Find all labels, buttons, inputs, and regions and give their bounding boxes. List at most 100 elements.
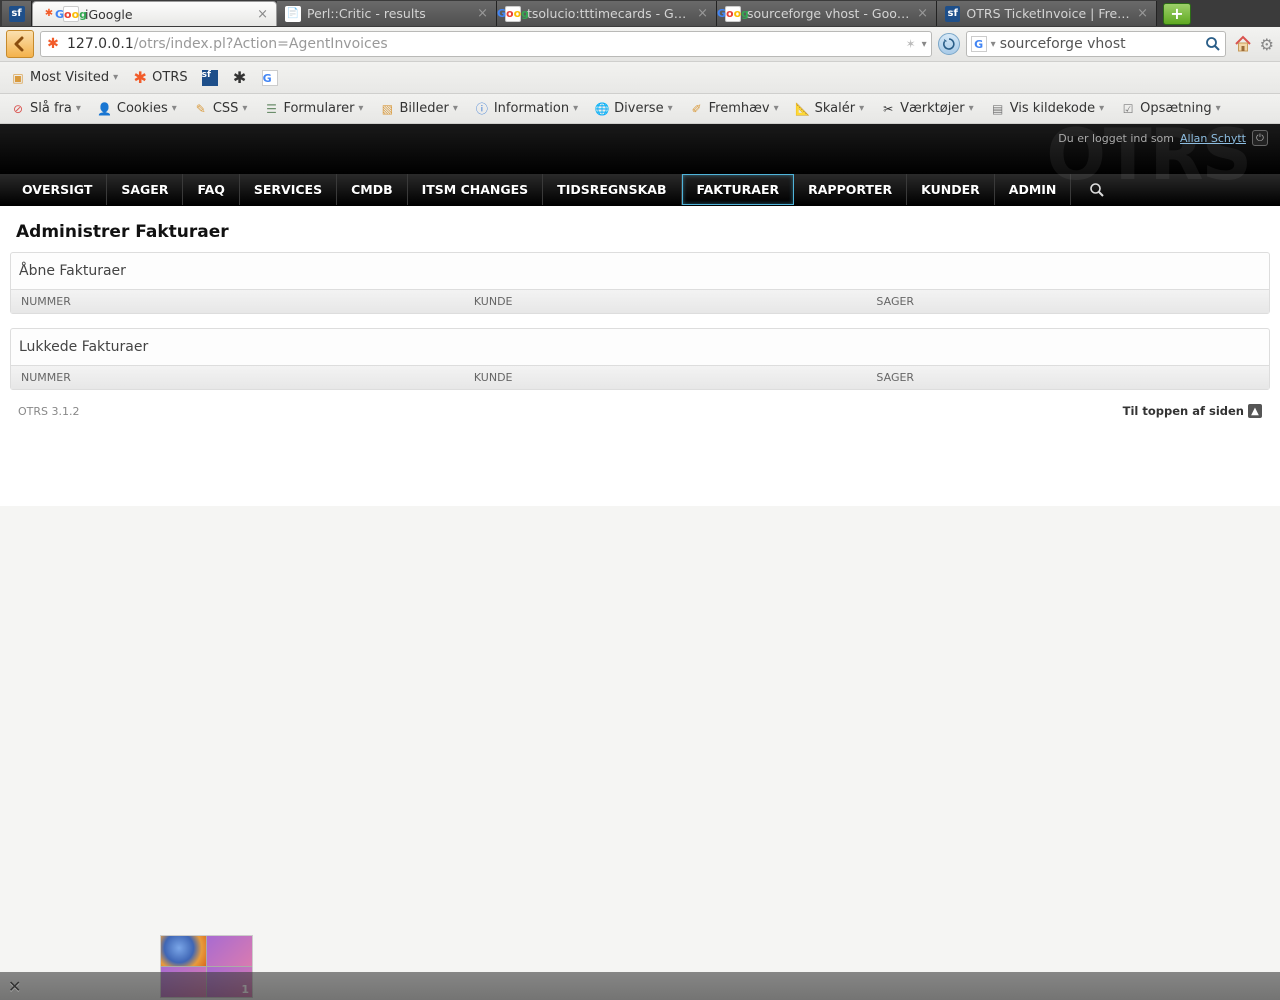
table-header: NUMMER KUNDE SAGER bbox=[11, 289, 1269, 313]
taskbar-close[interactable]: ✕ bbox=[8, 977, 21, 996]
tab-label: Perl::Critic - results bbox=[307, 6, 426, 21]
dev-forms[interactable]: ☰Formularer▾ bbox=[263, 101, 363, 117]
bookmark-google[interactable]: G bbox=[262, 70, 278, 86]
dev-label: CSS bbox=[213, 101, 239, 116]
dev-source[interactable]: ▤Vis kildekode▾ bbox=[990, 101, 1104, 117]
google-icon: G bbox=[262, 70, 278, 86]
nav-search[interactable] bbox=[1071, 174, 1123, 205]
tab-igoogle[interactable]: ✱ Goog iGoogle × bbox=[32, 1, 277, 26]
chevron-down-icon: ▾ bbox=[113, 72, 118, 83]
thumb-2[interactable] bbox=[207, 936, 252, 966]
google-icon: Goog bbox=[505, 6, 521, 22]
dev-highlight[interactable]: ✐ Fremhæv ▾ bbox=[689, 101, 779, 117]
close-icon[interactable]: × bbox=[697, 6, 708, 21]
close-icon[interactable]: × bbox=[1137, 6, 1148, 21]
bookmark-sf[interactable]: sf bbox=[202, 70, 218, 86]
col-cases[interactable]: SAGER bbox=[866, 366, 1269, 389]
logged-in-label: Du er logget ind som bbox=[1058, 132, 1174, 145]
tab-otrs-ticketinvoice[interactable]: sf OTRS TicketInvoice | Free… × bbox=[937, 1, 1157, 26]
chevron-down-icon: ▾ bbox=[172, 103, 177, 114]
back-button[interactable] bbox=[6, 30, 34, 58]
feed-icon[interactable]: ✶ bbox=[906, 37, 916, 51]
reload-button[interactable] bbox=[938, 33, 960, 55]
dev-cookies[interactable]: 👤 Cookies ▾ bbox=[97, 101, 177, 117]
bookmark-most-visited[interactable]: ▣ Most Visited ▾ bbox=[10, 70, 118, 86]
tab-label: OTRS TicketInvoice | Free… bbox=[966, 6, 1131, 21]
dev-label: Billeder bbox=[399, 101, 448, 116]
panel-closed-invoices: Lukkede Fakturaer NUMMER KUNDE SAGER bbox=[10, 328, 1270, 390]
star-icon: ✱ bbox=[232, 70, 248, 86]
tab-label: sourceforge vhost - Goo… bbox=[747, 6, 909, 21]
logout-button[interactable]: ⏻ bbox=[1252, 130, 1268, 146]
page-footer: OTRS 3.1.2 Til toppen af siden ▲ bbox=[10, 404, 1270, 422]
col-customer[interactable]: KUNDE bbox=[464, 290, 867, 313]
nav-item-tidsregnskab[interactable]: TIDSREGNSKAB bbox=[543, 174, 681, 205]
nav-item-admin[interactable]: ADMIN bbox=[995, 174, 1072, 205]
nav-item-sager[interactable]: SAGER bbox=[107, 174, 183, 205]
arrow-left-icon bbox=[12, 36, 28, 52]
dev-css[interactable]: ✎CSS▾ bbox=[193, 101, 248, 117]
close-icon[interactable]: × bbox=[917, 6, 928, 21]
chevron-down-icon: ▾ bbox=[242, 103, 247, 114]
tab-tsolucio[interactable]: Goog tsolucio:tttimecards - Go… × bbox=[497, 1, 717, 26]
tab-sourceforge-vhost[interactable]: Goog sourceforge vhost - Goo… × bbox=[717, 1, 937, 26]
panel-title: Åbne Fakturaer bbox=[11, 253, 1269, 289]
dev-images[interactable]: ▧Billeder▾ bbox=[379, 101, 457, 117]
close-icon[interactable]: × bbox=[257, 7, 268, 22]
search-input[interactable] bbox=[1000, 36, 1201, 52]
dev-misc[interactable]: 🌐Diverse▾ bbox=[594, 101, 672, 117]
close-icon[interactable]: × bbox=[477, 6, 488, 21]
nav-item-services[interactable]: SERVICES bbox=[240, 174, 337, 205]
chevron-down-icon: ▾ bbox=[774, 103, 779, 114]
person-icon: 👤 bbox=[97, 101, 113, 117]
chevron-down-icon[interactable]: ▾ bbox=[922, 39, 927, 50]
nav-item-itsm-changes[interactable]: ITSM CHANGES bbox=[408, 174, 544, 205]
tab-sf-mini[interactable]: sf bbox=[2, 1, 32, 26]
chevron-down-icon: ▾ bbox=[1216, 103, 1221, 114]
col-cases[interactable]: SAGER bbox=[866, 290, 1269, 313]
dev-scale[interactable]: 📐Skalér▾ bbox=[795, 101, 865, 117]
url-host: 127.0.0.1 bbox=[67, 36, 134, 52]
dev-label: Cookies bbox=[117, 101, 168, 116]
dev-tools[interactable]: ✂Værktøjer▾ bbox=[880, 101, 974, 117]
dev-disable[interactable]: ⊘Slå fra▾ bbox=[10, 101, 81, 117]
col-number[interactable]: NUMMER bbox=[11, 366, 464, 389]
nav-item-cmdb[interactable]: CMDB bbox=[337, 174, 408, 205]
search-icon[interactable] bbox=[1205, 36, 1221, 52]
bookmark-otrs[interactable]: ✱ OTRS bbox=[132, 70, 187, 86]
folder-icon: ▣ bbox=[10, 70, 26, 86]
nav-item-faq[interactable]: FAQ bbox=[183, 174, 239, 205]
nav-item-kunder[interactable]: KUNDER bbox=[907, 174, 995, 205]
info-icon: ⓘ bbox=[474, 101, 490, 117]
chevron-down-icon: ▾ bbox=[453, 103, 458, 114]
col-customer[interactable]: KUNDE bbox=[464, 366, 867, 389]
tab-label: iGoogle bbox=[85, 7, 133, 22]
new-tab-button[interactable]: + bbox=[1163, 3, 1191, 25]
home-button[interactable] bbox=[1232, 33, 1254, 55]
panel-title: Lukkede Fakturaer bbox=[11, 329, 1269, 365]
addon-icon[interactable]: ⚙ bbox=[1260, 35, 1274, 54]
nav-item-rapporter[interactable]: RAPPORTER bbox=[794, 174, 907, 205]
tab-perlcritic[interactable]: 📄 Perl::Critic - results × bbox=[277, 1, 497, 26]
browser-navbar: ✱ 127.0.0.1/otrs/index.pl?Action=AgentIn… bbox=[0, 27, 1280, 62]
dev-setup[interactable]: ☑Opsætning▾ bbox=[1120, 101, 1221, 117]
dev-label: Fremhæv bbox=[709, 101, 770, 116]
nav-item-oversigt[interactable]: OVERSIGT bbox=[8, 174, 107, 205]
back-to-top[interactable]: Til toppen af siden ▲ bbox=[1123, 404, 1262, 418]
dev-info[interactable]: ⓘInformation▾ bbox=[474, 101, 578, 117]
nav-item-fakturaer[interactable]: FAKTURAER bbox=[682, 174, 795, 205]
col-number[interactable]: NUMMER bbox=[11, 290, 464, 313]
chevron-down-icon: ▾ bbox=[573, 103, 578, 114]
url-bar[interactable]: ✱ 127.0.0.1/otrs/index.pl?Action=AgentIn… bbox=[40, 31, 932, 57]
search-icon bbox=[1089, 182, 1105, 198]
user-link[interactable]: Allan Schytt bbox=[1180, 132, 1246, 145]
chevron-down-icon[interactable]: ▾ bbox=[991, 39, 996, 50]
bookmark-label: Most Visited bbox=[30, 70, 109, 85]
highlight-icon: ✐ bbox=[689, 101, 705, 117]
search-bar[interactable]: G ▾ bbox=[966, 31, 1226, 57]
globe-icon: 🌐 bbox=[594, 101, 610, 117]
bookmark-star[interactable]: ✱ bbox=[232, 70, 248, 86]
tools-icon: ✂ bbox=[880, 101, 896, 117]
bookmarks-bar: ▣ Most Visited ▾ ✱ OTRS sf ✱ G bbox=[0, 62, 1280, 94]
thumb-firefox[interactable] bbox=[161, 936, 206, 966]
